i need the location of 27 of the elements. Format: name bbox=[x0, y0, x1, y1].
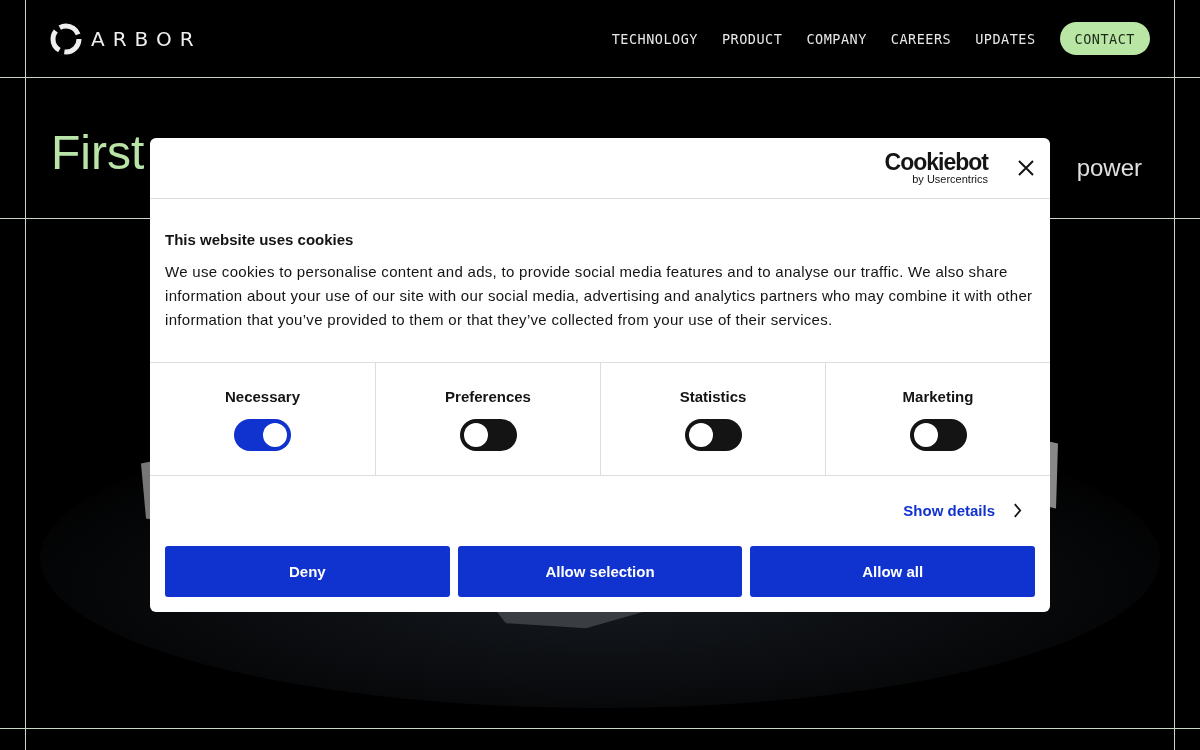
category-label: Preferences bbox=[445, 388, 531, 405]
toggle-switch[interactable] bbox=[684, 419, 742, 451]
cookiebot-tagline: by Usercentrics bbox=[912, 174, 988, 185]
category-label: Marketing bbox=[902, 388, 974, 405]
nav-link[interactable]: UPDATES bbox=[975, 30, 1036, 47]
category-label: Statistics bbox=[679, 388, 747, 405]
toggle-switch[interactable] bbox=[459, 419, 517, 451]
hero-title: First bbox=[51, 125, 145, 181]
consent-button[interactable]: Allow all bbox=[750, 546, 1035, 597]
nav-link[interactable]: CAREERS bbox=[890, 30, 952, 47]
toggle-switch[interactable] bbox=[909, 419, 967, 451]
dialog-heading: This website uses cookies bbox=[165, 231, 355, 248]
toggle-switch[interactable] bbox=[234, 419, 291, 451]
dialog-text: We use cookies to personalise content and ads, to provide social media features and to analyse our traffic. We also share information about your use of our site with our social media, advertising and analytics partners who may combine it with other information that you’ve provided to them or that they’ve collected from your use of their services. bbox=[165, 262, 1034, 330]
consent-button[interactable]: Allow selection bbox=[457, 546, 743, 597]
nav-link[interactable]: PRODUCT bbox=[721, 30, 783, 47]
contact-button[interactable]: CONTACT bbox=[1059, 22, 1150, 55]
cookiebot-logo: Cookiebot bbox=[884, 151, 988, 174]
category-label: Necessary bbox=[224, 388, 301, 405]
logo-wordmark: ARBOR bbox=[91, 26, 202, 51]
nav-link[interactable]: TECHNOLOGY bbox=[611, 30, 698, 47]
chevron-right-icon bbox=[1013, 502, 1022, 518]
hero-subtitle: power bbox=[1076, 153, 1142, 183]
consent-button[interactable]: Deny bbox=[165, 546, 450, 597]
nav-link[interactable]: COMPANY bbox=[806, 30, 867, 47]
logo-icon bbox=[50, 22, 82, 55]
show-details-link[interactable]: Show details bbox=[903, 501, 995, 519]
